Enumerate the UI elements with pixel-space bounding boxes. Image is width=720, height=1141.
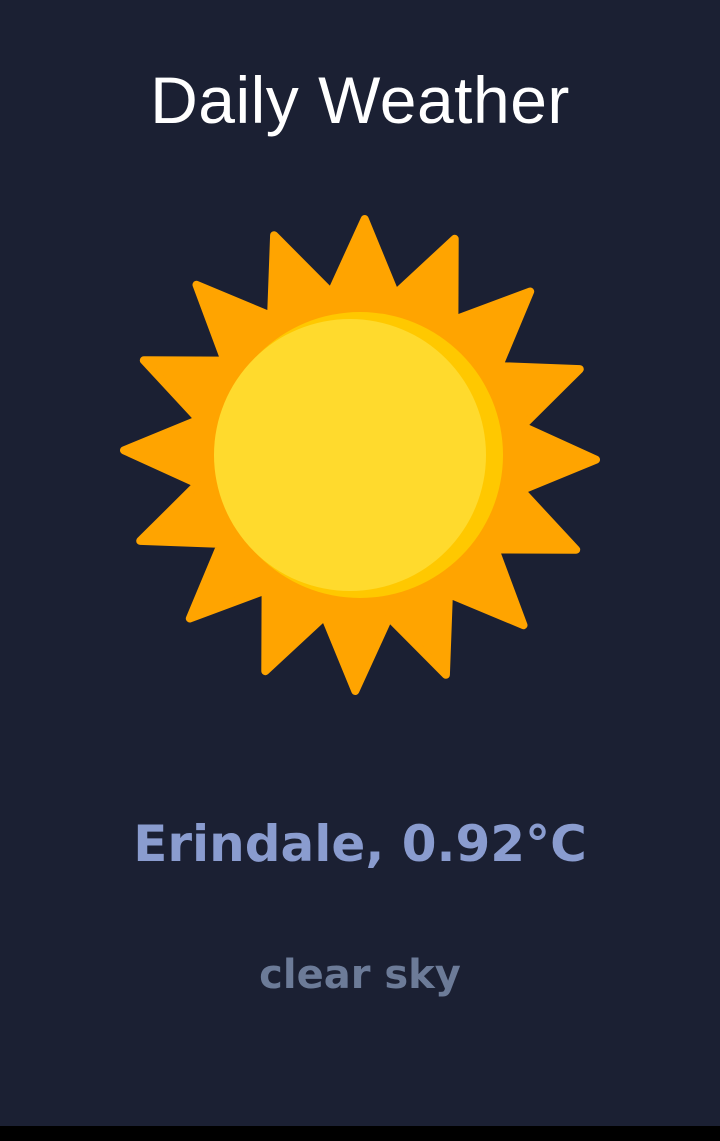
weather-description: clear sky [259, 952, 461, 998]
page-title: Daily Weather [150, 63, 570, 137]
sun-icon [120, 215, 600, 695]
location-temperature: Erindale, 0.92°C [133, 815, 587, 873]
sun-core [214, 319, 486, 591]
system-nav-strip [0, 1126, 720, 1141]
weather-screen: Daily Weather Erindale, 0.92°C clear sky [0, 0, 720, 1126]
